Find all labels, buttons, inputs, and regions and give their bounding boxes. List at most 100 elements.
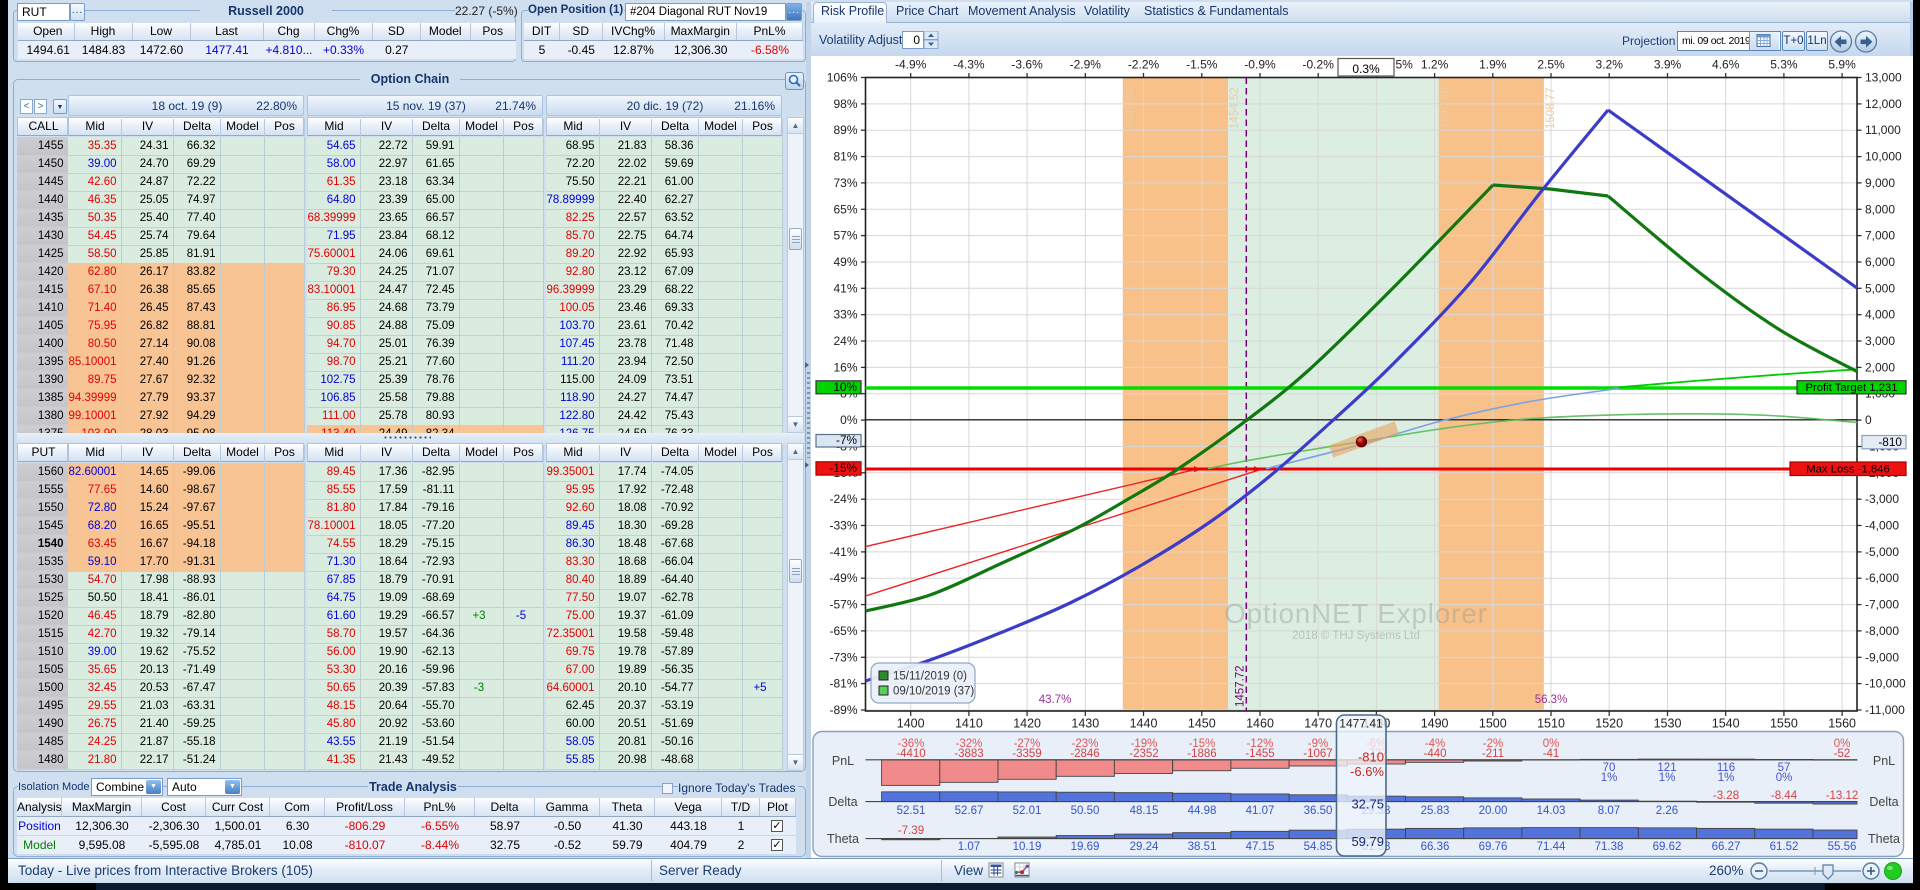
svg-text:-3883: -3883: [954, 748, 983, 760]
svg-text:89%: 89%: [833, 123, 857, 137]
svg-text:-1067: -1067: [1303, 748, 1332, 760]
svg-text:Profit Target 1,231: Profit Target 1,231: [1805, 382, 1897, 394]
svg-text:5.3%: 5.3%: [1770, 58, 1798, 72]
svg-text:11,000: 11,000: [1865, 123, 1901, 137]
svg-text:-440: -440: [1423, 748, 1446, 760]
svg-text:24%: 24%: [833, 334, 857, 348]
svg-text:10,000: 10,000: [1865, 150, 1902, 164]
svg-text:8.07: 8.07: [1598, 805, 1620, 817]
svg-text:66.27: 66.27: [1712, 841, 1741, 853]
svg-text:66.36: 66.36: [1421, 841, 1450, 853]
svg-text:-13.12: -13.12: [1826, 790, 1859, 802]
svg-text:1436.43: 1436.43: [1124, 88, 1136, 130]
svg-text:-15%: -15%: [829, 461, 857, 475]
svg-text:98%: 98%: [833, 97, 857, 111]
svg-text:-2846: -2846: [1070, 748, 1099, 760]
svg-text:1500: 1500: [1479, 717, 1507, 731]
svg-text:-0.9%: -0.9%: [1244, 58, 1276, 72]
svg-text:0%: 0%: [840, 413, 858, 427]
svg-text:Theta: Theta: [1868, 832, 1900, 846]
svg-text:2.5%: 2.5%: [1537, 58, 1565, 72]
svg-text:16%: 16%: [833, 360, 857, 374]
svg-text:1.9%: 1.9%: [1479, 58, 1507, 72]
svg-text:1470: 1470: [1304, 717, 1332, 731]
svg-text:1440: 1440: [1130, 717, 1158, 731]
svg-text:10.19: 10.19: [1013, 841, 1042, 853]
svg-text:-1.5%: -1.5%: [1186, 58, 1218, 72]
svg-text:1450: 1450: [1188, 717, 1216, 731]
svg-text:1530: 1530: [1654, 717, 1682, 731]
svg-text:Delta: Delta: [1869, 795, 1898, 809]
svg-text:1430: 1430: [1071, 717, 1099, 731]
svg-text:55.56: 55.56: [1828, 841, 1857, 853]
svg-text:-1455: -1455: [1245, 748, 1274, 760]
svg-text:1.07: 1.07: [958, 841, 980, 853]
svg-text:1520: 1520: [1595, 717, 1623, 731]
svg-text:57%: 57%: [833, 229, 857, 243]
svg-text:3.2%: 3.2%: [1596, 58, 1624, 72]
svg-text:-1886: -1886: [1187, 748, 1216, 760]
svg-text:-4410: -4410: [896, 748, 925, 760]
svg-text:-33%: -33%: [829, 519, 857, 533]
svg-text:15/11/2019 (0): 15/11/2019 (0): [893, 671, 967, 683]
svg-text:69.62: 69.62: [1653, 841, 1682, 853]
svg-text:-4.9%: -4.9%: [895, 58, 927, 72]
svg-text:-0.2%: -0.2%: [1303, 58, 1335, 72]
svg-text:7,000: 7,000: [1865, 229, 1895, 243]
svg-text:44.98: 44.98: [1188, 805, 1217, 817]
svg-text:3.9%: 3.9%: [1654, 58, 1682, 72]
svg-text:PnL: PnL: [1873, 754, 1895, 768]
svg-text:1.2%: 1.2%: [1421, 58, 1449, 72]
svg-text:-211: -211: [1482, 748, 1504, 760]
svg-text:-2.2%: -2.2%: [1128, 58, 1160, 72]
svg-text:1508.77: 1508.77: [1545, 88, 1557, 130]
svg-text:32.75: 32.75: [1351, 797, 1384, 812]
svg-text:61.52: 61.52: [1770, 841, 1799, 853]
svg-text:1540: 1540: [1712, 717, 1740, 731]
svg-text:1%: 1%: [1659, 772, 1676, 784]
svg-text:48.15: 48.15: [1130, 805, 1159, 817]
svg-text:-52: -52: [1834, 748, 1851, 760]
svg-text:5,000: 5,000: [1865, 281, 1895, 295]
svg-text:2018 © THJ Systems Ltd: 2018 © THJ Systems Ltd: [1292, 630, 1420, 642]
svg-text:1454.52: 1454.52: [1229, 88, 1241, 130]
svg-text:59.79: 59.79: [1351, 834, 1384, 849]
svg-text:-810: -810: [1358, 750, 1384, 765]
svg-text:1490.68: 1490.68: [1440, 88, 1452, 130]
svg-text:PnL: PnL: [832, 754, 854, 768]
svg-text:73%: 73%: [833, 176, 857, 190]
svg-text:47.15: 47.15: [1246, 841, 1275, 853]
svg-text:-8.44: -8.44: [1771, 790, 1798, 802]
svg-text:54.85: 54.85: [1304, 841, 1333, 853]
svg-text:-5,000: -5,000: [1865, 545, 1899, 559]
svg-text:38.51: 38.51: [1188, 841, 1217, 853]
svg-text:71.38: 71.38: [1595, 841, 1624, 853]
svg-text:-89%: -89%: [829, 703, 857, 717]
svg-text:2.26: 2.26: [1656, 805, 1678, 817]
svg-text:-49%: -49%: [829, 571, 857, 585]
svg-text:9,000: 9,000: [1865, 176, 1895, 190]
svg-text:-24%: -24%: [829, 492, 857, 506]
svg-text:-10,000: -10,000: [1865, 677, 1906, 691]
svg-text:OptionNET Explorer: OptionNET Explorer: [1224, 598, 1488, 629]
svg-text:-57%: -57%: [829, 598, 857, 612]
svg-text:13,000: 13,000: [1865, 71, 1902, 85]
svg-text:5.9%: 5.9%: [1828, 58, 1856, 72]
svg-text:-8,000: -8,000: [1865, 624, 1899, 638]
svg-text:5%: 5%: [1396, 58, 1414, 72]
svg-text:1477.41: 1477.41: [1339, 717, 1383, 731]
svg-text:1410: 1410: [955, 717, 983, 731]
svg-text:41.07: 41.07: [1246, 805, 1275, 817]
svg-text:33%: 33%: [833, 308, 857, 322]
svg-text:-4,000: -4,000: [1865, 519, 1899, 533]
svg-text:0: 0: [1865, 413, 1872, 427]
svg-text:8,000: 8,000: [1865, 202, 1895, 216]
svg-text:-4.3%: -4.3%: [953, 58, 985, 72]
svg-text:-81%: -81%: [829, 677, 857, 691]
svg-text:1400: 1400: [897, 717, 925, 731]
svg-text:20.00: 20.00: [1479, 805, 1508, 817]
svg-text:1510: 1510: [1537, 717, 1565, 731]
svg-text:-11,000: -11,000: [1865, 703, 1905, 717]
svg-text:52.67: 52.67: [955, 805, 984, 817]
svg-text:Theta: Theta: [827, 832, 859, 846]
